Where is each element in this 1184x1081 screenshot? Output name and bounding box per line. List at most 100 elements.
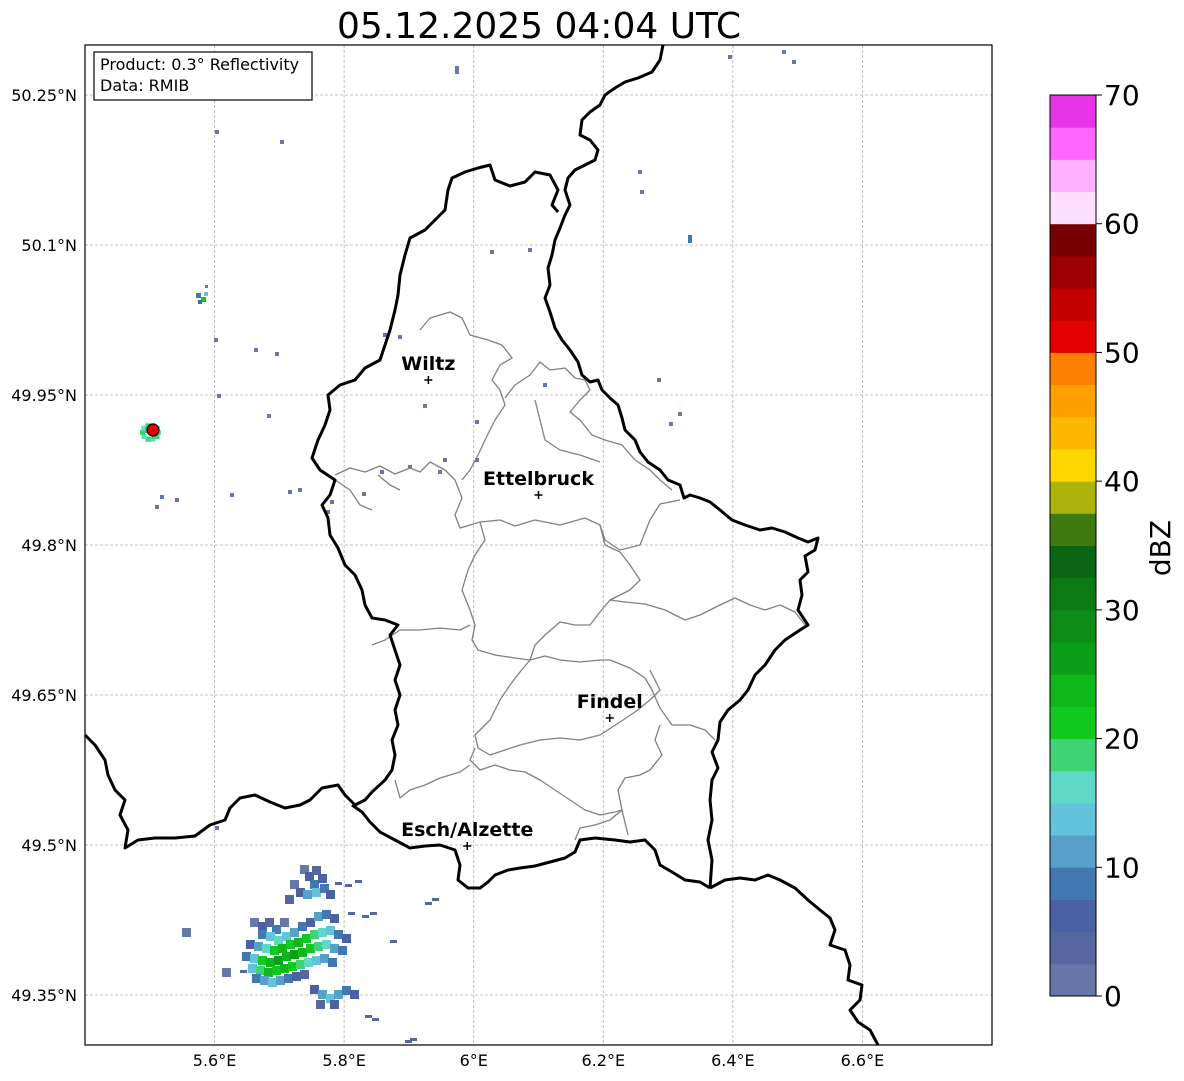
echo-cell bbox=[310, 930, 319, 939]
colorbar-swatch bbox=[1050, 899, 1096, 933]
echo-cell bbox=[362, 915, 369, 918]
city-label: Esch/Alzette bbox=[401, 819, 533, 841]
echo-cell bbox=[432, 898, 439, 901]
echo-cell bbox=[365, 1015, 372, 1018]
echo-cell bbox=[438, 470, 442, 474]
echo-cell bbox=[398, 335, 402, 339]
echo-cell bbox=[528, 248, 532, 252]
echo-cell bbox=[330, 500, 334, 504]
colorbar-swatch bbox=[1050, 159, 1096, 193]
colorbar-swatch bbox=[1050, 867, 1096, 900]
colorbar-tick-label: 40 bbox=[1104, 465, 1140, 498]
lon-tick-label: 6.2°E bbox=[582, 1051, 626, 1070]
data-source-text: Data: RMIB bbox=[100, 76, 189, 95]
echo-cell bbox=[266, 958, 275, 967]
echo-cell bbox=[372, 1018, 379, 1021]
echo-cell bbox=[312, 866, 321, 875]
echo-cell bbox=[250, 918, 259, 927]
map-title: 05.12.2025 04:04 UTC bbox=[337, 6, 741, 47]
colorbar-swatch bbox=[1050, 448, 1096, 482]
echo-cell bbox=[298, 922, 307, 931]
echo-cell bbox=[290, 880, 299, 889]
colorbar-swatch bbox=[1050, 931, 1096, 965]
radar-site-marker bbox=[146, 423, 160, 437]
lat-tick-label: 49.35°N bbox=[11, 986, 77, 1005]
echo-cell bbox=[274, 936, 283, 945]
echo-cell bbox=[306, 918, 315, 927]
echo-cell bbox=[284, 974, 293, 983]
colorbar-swatch bbox=[1050, 577, 1096, 611]
echo-cell bbox=[455, 66, 459, 74]
echo-cell bbox=[268, 978, 277, 987]
echo-cell bbox=[258, 956, 267, 965]
echo-cell bbox=[248, 964, 257, 973]
echo-cell bbox=[296, 960, 305, 969]
echo-cell bbox=[328, 958, 337, 967]
colorbar-swatch bbox=[1050, 416, 1096, 450]
echo-cell bbox=[443, 458, 447, 462]
echo-cell bbox=[288, 962, 297, 971]
lon-tick-label: 6.6°E bbox=[841, 1051, 885, 1070]
echo-cell bbox=[266, 932, 275, 941]
colorbar-tick-label: 70 bbox=[1104, 79, 1140, 112]
lat-tick-label: 49.8°N bbox=[21, 536, 77, 555]
colorbar-swatch bbox=[1050, 963, 1096, 997]
echo-cell bbox=[390, 940, 397, 943]
colorbar-tick-label: 0 bbox=[1104, 980, 1122, 1013]
colorbar-swatch bbox=[1050, 95, 1096, 128]
echo-cell bbox=[246, 940, 255, 949]
colorbar-swatch bbox=[1050, 255, 1096, 289]
colorbar-swatch bbox=[1050, 674, 1096, 707]
echo-cell bbox=[285, 895, 294, 904]
colorbar-swatches bbox=[1050, 95, 1096, 997]
echo-cell bbox=[362, 492, 366, 496]
echo-cell bbox=[316, 1000, 325, 1009]
echo-cell bbox=[286, 940, 295, 949]
echo-cell bbox=[423, 404, 427, 408]
echo-cell bbox=[314, 942, 323, 951]
echo-cell bbox=[326, 926, 335, 935]
echo-cell bbox=[254, 942, 263, 951]
colorbar-swatch bbox=[1050, 706, 1096, 740]
echo-cell bbox=[640, 190, 644, 194]
colorbar-tick-label: 30 bbox=[1104, 594, 1140, 627]
product-info-box: Product: 0.3° Reflectivity Data: RMIB bbox=[93, 51, 313, 101]
latitude-ticks: 50.25°N 50.1°N 49.95°N 49.8°N 49.65°N 49.5°N 4… bbox=[11, 86, 77, 1005]
echo-cell bbox=[326, 890, 335, 899]
echo-cell bbox=[314, 912, 323, 921]
colorbar-swatch bbox=[1050, 545, 1096, 579]
echo-cell bbox=[678, 412, 682, 416]
echo-cell bbox=[222, 968, 231, 977]
echo-cell bbox=[275, 352, 279, 356]
echo-cell bbox=[342, 934, 351, 943]
lon-tick-label: 5.6°E bbox=[193, 1051, 237, 1070]
echo-cell bbox=[638, 170, 642, 174]
echo-cell bbox=[302, 934, 311, 943]
lon-tick-label: 6.4°E bbox=[711, 1051, 755, 1070]
echo-cell bbox=[270, 946, 279, 955]
echo-cell bbox=[290, 950, 299, 959]
echo-cell bbox=[334, 930, 343, 939]
echo-cell bbox=[282, 932, 291, 941]
echo-cell bbox=[338, 946, 347, 955]
colorbar-swatch bbox=[1050, 802, 1096, 836]
echo-cell bbox=[303, 890, 312, 899]
colorbar-swatch bbox=[1050, 738, 1096, 772]
echo-cell bbox=[280, 140, 284, 144]
echo-cell bbox=[310, 985, 319, 994]
echo-cell bbox=[258, 930, 267, 939]
echo-cell bbox=[312, 888, 321, 897]
echo-cell bbox=[282, 952, 291, 961]
echo-cell bbox=[260, 976, 269, 985]
echo-cell bbox=[262, 944, 271, 953]
longitude-ticks: 5.6°E 5.8°E 6°E 6.2°E 6.4°E 6.6°E bbox=[193, 1051, 884, 1070]
echo-cell bbox=[196, 293, 201, 298]
colorbar-tick-label: 50 bbox=[1104, 336, 1140, 369]
echo-cell bbox=[242, 952, 251, 961]
colorbar-label: dBZ bbox=[1144, 520, 1177, 576]
echo-cell bbox=[310, 880, 319, 889]
echo-cell bbox=[792, 60, 796, 64]
colorbar-tick-label: 10 bbox=[1104, 851, 1140, 884]
echo-cell bbox=[348, 912, 355, 915]
colorbar-swatch bbox=[1050, 481, 1096, 514]
